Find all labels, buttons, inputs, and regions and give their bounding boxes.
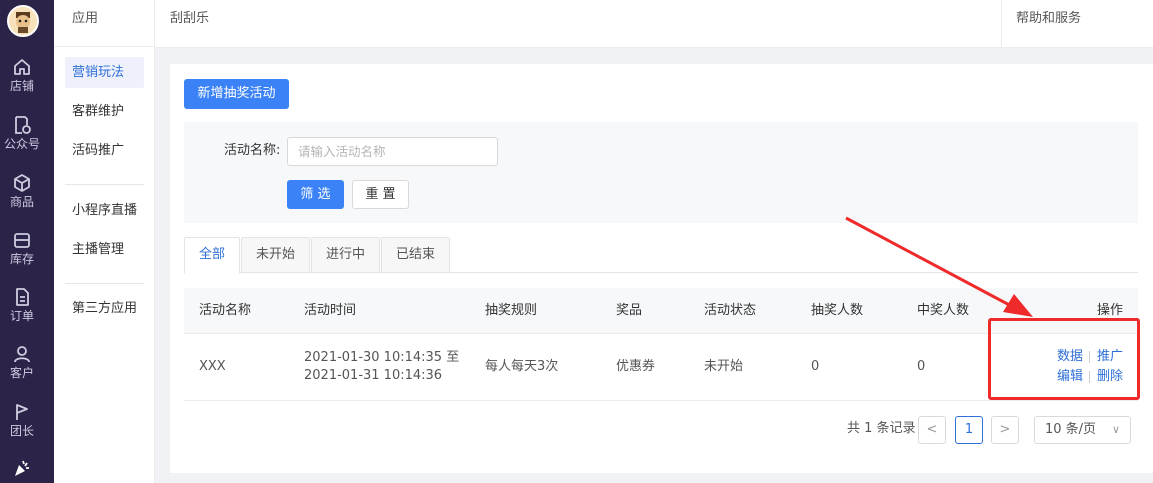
tab-not-started[interactable]: 未开始: [241, 237, 310, 273]
next-page-button[interactable]: >: [991, 416, 1019, 444]
nav-item-customers[interactable]: 客户: [0, 344, 44, 380]
sidebar-item-customer-groups[interactable]: 客群维护: [65, 96, 144, 127]
order-icon: [16, 288, 29, 306]
annotation-highlight-box: [988, 318, 1140, 400]
sidebar-divider: [65, 283, 144, 284]
user-icon: [14, 346, 30, 363]
party-popper-icon: [15, 460, 29, 476]
sidebar-item-anchor-management[interactable]: 主播管理: [65, 234, 144, 265]
page-1-button[interactable]: 1: [955, 416, 983, 444]
column-header: 活动状态: [704, 303, 757, 318]
nav-item-products[interactable]: 商品: [0, 173, 44, 209]
sidebar-item-live-code[interactable]: 活码推广: [65, 135, 144, 166]
column-header: 中奖人数: [917, 303, 970, 318]
activity-name-label: 活动名称:: [224, 143, 281, 158]
filter-button[interactable]: 筛 选: [287, 180, 344, 209]
column-header: 奖品: [616, 303, 643, 318]
help-and-service-link[interactable]: 帮助和服务: [1001, 0, 1153, 48]
nav-label-inventory: 库存: [9, 252, 34, 266]
activity-name-input[interactable]: [287, 137, 498, 166]
cell-time-start: 2021-01-30 10:14:35 至: [304, 350, 460, 365]
filter-panel: 活动名称: 筛 选 重 置: [184, 122, 1138, 223]
nav-label-official-account: 公众号: [3, 137, 40, 151]
nav-label-store: 店铺: [9, 79, 34, 93]
cell-status: 未开始: [704, 359, 744, 374]
flag-icon: [16, 404, 28, 420]
sidebar-header: 应用: [54, 0, 154, 47]
sidebar-item-mini-program-live[interactable]: 小程序直播: [65, 195, 144, 226]
reset-button[interactable]: 重 置: [352, 180, 409, 209]
cell-activity-name: XXX: [199, 359, 226, 374]
tab-all[interactable]: 全部: [184, 237, 240, 274]
app-sidebar: 应用 营销玩法 客群维护 活码推广 小程序直播 主播管理 第三方应用: [54, 0, 155, 483]
chevron-down-icon: ∨: [1111, 423, 1120, 436]
nav-item-store[interactable]: 店铺: [0, 57, 44, 93]
nav-label-orders: 订单: [9, 309, 34, 323]
cell-time-end: 2021-01-31 10:14:36: [304, 368, 443, 383]
status-tabs: 全部 未开始 进行中 已结束: [184, 237, 1138, 274]
page-title: 刮刮乐: [170, 11, 210, 26]
main-nav: 店铺 公众号 商品 库存 订单 客户 团长: [0, 0, 54, 483]
top-bar: 刮刮乐 帮助和服务: [155, 0, 1153, 48]
nav-label-customers: 客户: [9, 366, 34, 380]
sidebar-item-marketing[interactable]: 营销玩法: [65, 57, 144, 88]
page-size-select[interactable]: 10 条/页 ∨: [1034, 416, 1131, 444]
nav-item-official-account[interactable]: 公众号: [0, 115, 44, 151]
column-header: 抽奖人数: [811, 303, 864, 318]
page-size-value: 10 条/页: [1045, 422, 1097, 437]
tab-in-progress[interactable]: 进行中: [311, 237, 380, 273]
nav-label-products: 商品: [9, 195, 34, 209]
store-logo[interactable]: [7, 5, 39, 37]
nav-item-inventory[interactable]: 库存: [0, 230, 44, 266]
cell-prize: 优惠券: [616, 359, 656, 374]
pagination-total: 共 1 条记录: [847, 421, 916, 436]
sidebar-item-third-party[interactable]: 第三方应用: [65, 293, 144, 324]
column-header: 抽奖规则: [485, 303, 538, 318]
cell-win-count: 0: [917, 359, 926, 374]
nav-item-orders[interactable]: 订单: [0, 287, 44, 323]
nav-item-group-leader[interactable]: 团长: [0, 402, 44, 438]
cell-draw-count: 0: [811, 359, 820, 374]
prev-page-button[interactable]: <: [918, 416, 946, 444]
content-card: 新增抽奖活动 活动名称: 筛 选 重 置 全部 未开始 进行中 已结束 活动名称…: [170, 64, 1153, 473]
sidebar-divider: [65, 184, 144, 185]
column-header: 活动名称: [199, 303, 252, 318]
tab-ended[interactable]: 已结束: [381, 237, 450, 273]
cell-rule: 每人每天3次: [485, 359, 559, 374]
nav-item-marketing[interactable]: [0, 458, 44, 480]
nav-label-group-leader: 团长: [9, 424, 34, 438]
inventory-icon: [14, 233, 30, 248]
column-header: 活动时间: [304, 303, 357, 318]
document-badge-icon: [15, 116, 31, 134]
box-icon: [14, 174, 30, 192]
add-lottery-button[interactable]: 新增抽奖活动: [184, 79, 289, 109]
home-icon: [14, 59, 30, 75]
